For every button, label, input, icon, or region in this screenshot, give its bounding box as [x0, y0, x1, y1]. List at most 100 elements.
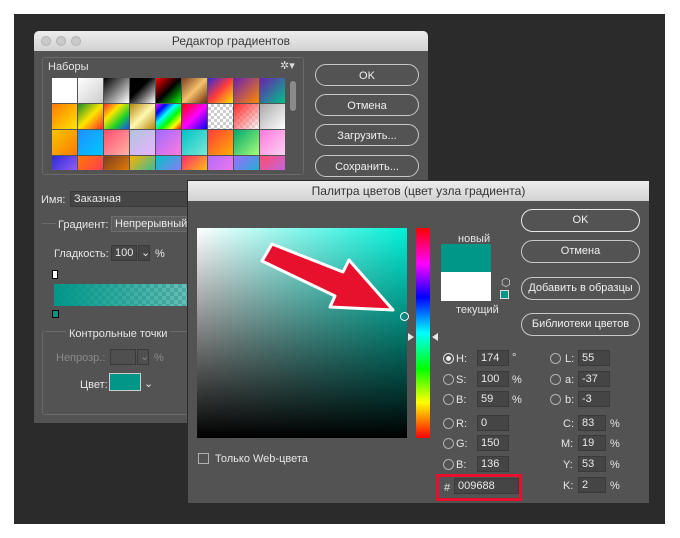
preset-swatch[interactable] — [234, 104, 259, 129]
gradient-preview-bar[interactable] — [54, 284, 204, 306]
cube-icon[interactable]: ⬡ — [501, 276, 511, 289]
a-channel-field[interactable]: -37 — [578, 371, 610, 387]
preset-swatch[interactable] — [208, 78, 233, 103]
preset-swatch[interactable] — [234, 156, 259, 170]
preset-swatch[interactable] — [234, 78, 259, 103]
black-field[interactable]: 2 — [578, 477, 606, 493]
preset-swatch[interactable] — [78, 78, 103, 103]
gradient-editor-titlebar[interactable]: Редактор градиентов — [34, 31, 428, 51]
cancel-button[interactable]: Отмена — [315, 94, 419, 116]
load-button[interactable]: Загрузить... — [315, 124, 419, 146]
preset-swatch[interactable] — [208, 104, 233, 129]
preset-swatch[interactable] — [104, 78, 129, 103]
preset-swatch[interactable] — [234, 130, 259, 155]
hue-slider[interactable] — [416, 228, 430, 438]
opacity-dropdown[interactable]: ⌄ — [137, 349, 149, 365]
opacity-field[interactable] — [110, 349, 136, 365]
preset-swatch[interactable] — [104, 130, 129, 155]
color-field-picker-handle[interactable] — [400, 312, 409, 321]
yellow-field[interactable]: 53 — [578, 456, 606, 472]
preset-swatch[interactable] — [52, 156, 77, 170]
brightness-field[interactable]: 59 — [477, 391, 509, 407]
preset-swatch[interactable] — [104, 104, 129, 129]
preset-swatch[interactable] — [260, 104, 285, 129]
b-channel-radio[interactable] — [550, 394, 561, 405]
blue-radio[interactable] — [443, 459, 454, 470]
color-stop-marker[interactable] — [52, 310, 59, 318]
red-field[interactable]: 0 — [477, 415, 509, 431]
stop-color-swatch[interactable] — [109, 373, 141, 391]
saturation-brightness-field[interactable] — [197, 228, 407, 438]
preset-swatch[interactable] — [260, 130, 285, 155]
name-field[interactable]: Заказная — [70, 191, 188, 207]
window-minimize-button[interactable] — [56, 36, 66, 46]
preset-swatch[interactable] — [78, 156, 103, 170]
preset-swatch[interactable] — [208, 130, 233, 155]
opacity-stop-marker[interactable] — [52, 270, 58, 279]
web-colors-label: Только Web-цвета — [215, 453, 308, 465]
hue-radio[interactable] — [443, 353, 454, 364]
lightness-radio[interactable] — [550, 353, 561, 364]
preset-swatch[interactable] — [208, 156, 233, 170]
presets-scrollbar[interactable] — [290, 81, 296, 111]
save-button[interactable]: Сохранить... — [315, 155, 419, 177]
ok-button[interactable]: OK — [521, 209, 640, 232]
name-label: Имя: — [41, 194, 66, 206]
blue-label: B: — [456, 459, 467, 471]
preset-swatch[interactable] — [130, 156, 155, 170]
saturation-radio[interactable] — [443, 374, 454, 385]
preset-swatch[interactable] — [182, 78, 207, 103]
yellow-unit: % — [610, 459, 620, 471]
preset-swatch[interactable] — [260, 78, 285, 103]
smoothness-field[interactable]: 100 — [111, 245, 137, 261]
cyan-field[interactable]: 83 — [578, 415, 606, 431]
hue-slider-left-handle[interactable] — [408, 333, 414, 341]
blue-field[interactable]: 136 — [477, 456, 509, 472]
preset-swatch[interactable] — [130, 104, 155, 129]
current-color-swatch[interactable] — [441, 272, 491, 301]
preset-swatch[interactable] — [52, 104, 77, 129]
gear-icon[interactable]: ✲▾ — [280, 59, 295, 72]
preset-swatch[interactable] — [156, 78, 181, 103]
cancel-button[interactable]: Отмена — [521, 240, 640, 263]
saturation-unit: % — [512, 374, 522, 386]
gradient-type-select[interactable]: Непрерывный — [111, 216, 189, 232]
b-channel-field[interactable]: -3 — [578, 391, 610, 407]
add-to-swatches-button[interactable]: Добавить в образцы — [521, 277, 640, 300]
color-picker-titlebar[interactable]: Палитра цветов (цвет узла градиента) — [188, 181, 649, 201]
a-channel-radio[interactable] — [550, 374, 561, 385]
smoothness-dropdown[interactable]: ⌄ — [138, 245, 150, 261]
preset-swatch[interactable] — [156, 156, 181, 170]
hue-label: H: — [456, 353, 467, 365]
preset-swatch[interactable] — [52, 78, 77, 103]
hue-slider-right-handle[interactable] — [432, 333, 438, 341]
brightness-radio[interactable] — [443, 394, 454, 405]
preset-swatch[interactable] — [260, 156, 285, 170]
saturation-field[interactable]: 100 — [477, 371, 509, 387]
preset-swatch[interactable] — [130, 78, 155, 103]
preset-swatch[interactable] — [78, 130, 103, 155]
ok-button[interactable]: OK — [315, 64, 419, 86]
green-field[interactable]: 150 — [477, 435, 509, 451]
magenta-field[interactable]: 19 — [578, 435, 606, 451]
gradient-type-label: Градиент: — [58, 219, 109, 231]
color-libraries-button[interactable]: Библиотеки цветов — [521, 313, 640, 336]
red-radio[interactable] — [443, 418, 454, 429]
preset-swatch[interactable] — [78, 104, 103, 129]
preset-swatch[interactable] — [52, 130, 77, 155]
lightness-field[interactable]: 55 — [578, 350, 610, 366]
window-zoom-button[interactable] — [71, 36, 81, 46]
preset-swatch[interactable] — [182, 104, 207, 129]
preset-swatch[interactable] — [182, 156, 207, 170]
gamut-swatch[interactable] — [500, 290, 509, 299]
window-close-button[interactable] — [41, 36, 51, 46]
web-colors-checkbox[interactable] — [198, 453, 209, 464]
preset-swatch[interactable] — [156, 104, 181, 129]
preset-swatch[interactable] — [156, 130, 181, 155]
green-radio[interactable] — [443, 438, 454, 449]
preset-swatch[interactable] — [182, 130, 207, 155]
chevron-down-icon[interactable]: ⌄ — [144, 377, 153, 390]
preset-swatch[interactable] — [104, 156, 129, 170]
preset-swatch[interactable] — [130, 130, 155, 155]
hue-field[interactable]: 174 — [477, 350, 509, 366]
